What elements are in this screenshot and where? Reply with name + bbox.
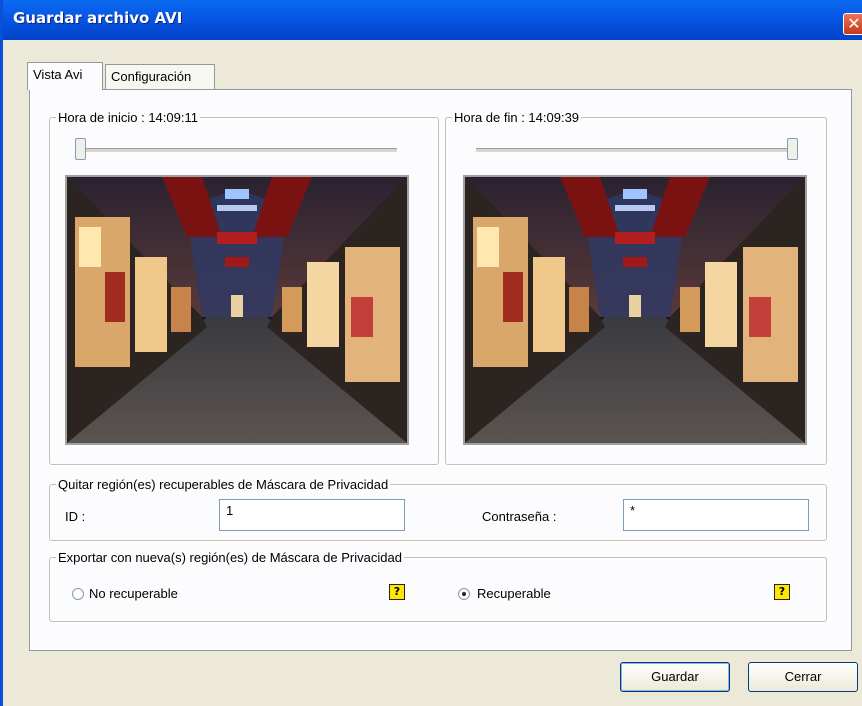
id-field[interactable]: 1 [219, 499, 405, 531]
password-field[interactable]: * [623, 499, 809, 531]
password-label: Contraseña : [482, 509, 557, 524]
title-bar[interactable]: Guardar archivo AVI ✕ [3, 0, 862, 40]
start-time-slider-track[interactable] [75, 148, 397, 153]
close-icon[interactable]: ✕ [843, 13, 862, 35]
save-button[interactable]: Guardar [620, 662, 730, 692]
no-recuperable-label[interactable]: No recuperable [89, 586, 178, 601]
radio-recuperable[interactable] [458, 588, 470, 600]
end-time-label: Hora de fin : 14:09:39 [452, 110, 582, 125]
dialog-window: Guardar archivo AVI ✕ Vista Avi Configur… [0, 0, 862, 706]
start-time-slider-thumb[interactable] [75, 138, 86, 160]
end-frame-preview [463, 175, 807, 445]
start-frame-preview [65, 175, 409, 445]
export-privacy-mask-legend: Exportar con nueva(s) región(es) de Másc… [56, 550, 404, 565]
cancel-button[interactable]: Cerrar [748, 662, 858, 692]
window-title: Guardar archivo AVI [13, 9, 183, 27]
recuperable-label[interactable]: Recuperable [477, 586, 551, 601]
tab-vista-avi[interactable]: Vista Avi [27, 62, 103, 90]
tab-panel: Hora de inicio : 14:09:11 Hora de fin : … [29, 89, 852, 651]
tab-configuracion[interactable]: Configuración [105, 64, 215, 90]
start-time-label: Hora de inicio : 14:09:11 [56, 110, 200, 125]
help-icon[interactable]: ? [389, 584, 405, 600]
end-time-slider-track[interactable] [476, 148, 798, 153]
id-label: ID : [65, 509, 86, 524]
end-time-slider-thumb[interactable] [787, 138, 798, 160]
radio-no-recuperable[interactable] [72, 588, 84, 600]
help-icon[interactable]: ? [774, 584, 790, 600]
remove-privacy-mask-legend: Quitar región(es) recuperables de Máscar… [56, 477, 391, 492]
